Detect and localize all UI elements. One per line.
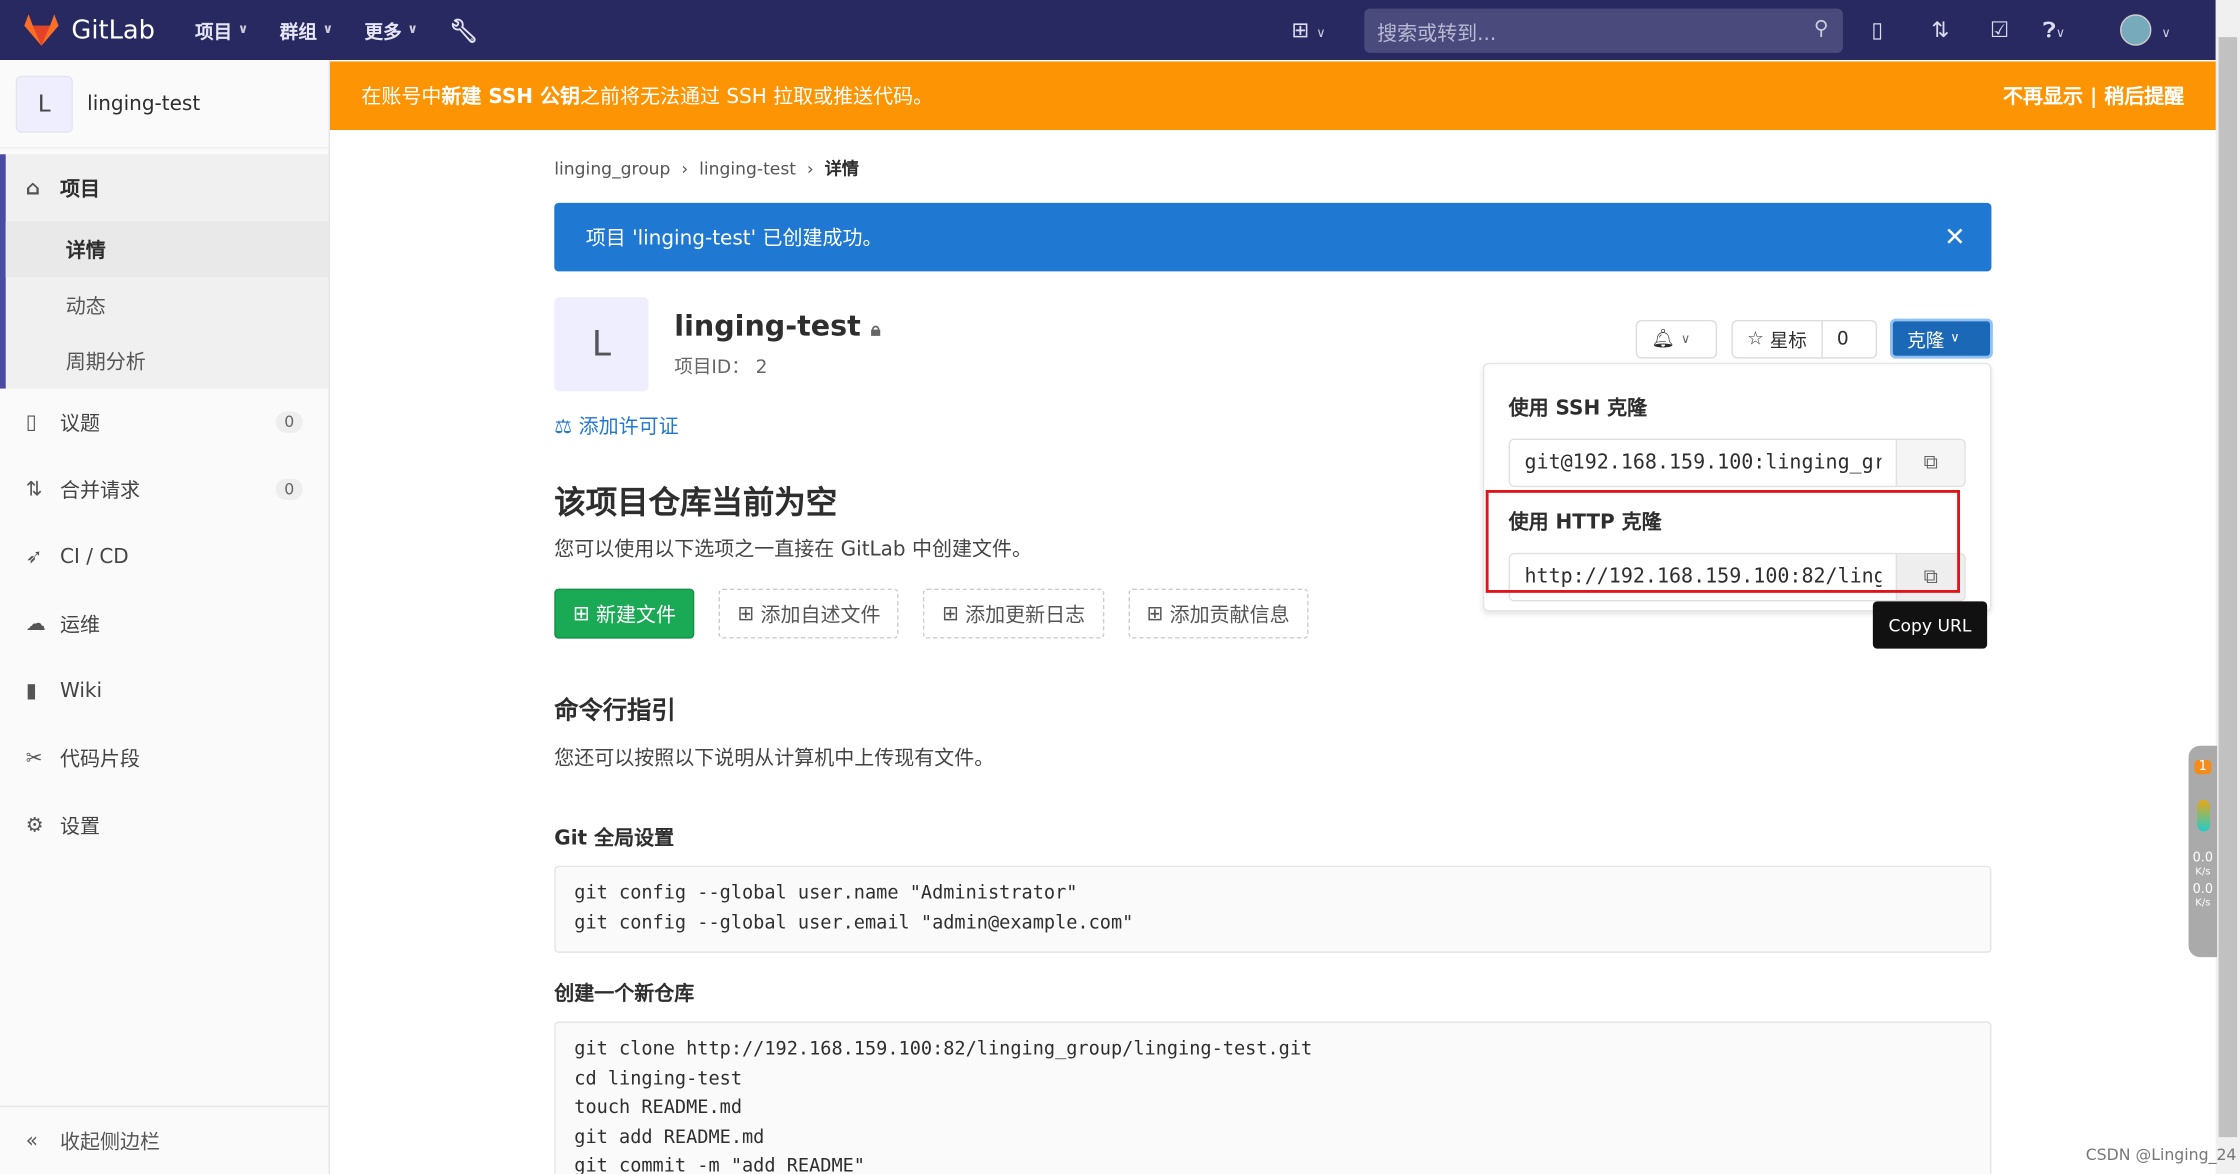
ssh-url-input[interactable] <box>1509 439 1896 486</box>
cli-title: 命令行指引 <box>554 697 676 726</box>
merge-request-icon: ⇅ <box>25 477 43 501</box>
search-input[interactable]: 搜索或转到... ⚲ <box>1364 8 1843 53</box>
add-changelog-button[interactable]: ⊞ 添加更新日志 <box>923 588 1104 639</box>
double-chevron-left-icon: « <box>25 1129 38 1153</box>
sidebar-project-section: ⌂ 项目 详情 动态 周期分析 <box>0 154 329 389</box>
clone-button[interactable]: 克隆 ∨ <box>1889 318 1993 359</box>
sidebar-item-operations[interactable]: ☁ 运维 <box>0 590 329 657</box>
add-ssh-key-link[interactable]: 新建 SSH 公钥 <box>441 81 580 110</box>
collapse-sidebar-button[interactable]: «收起侧边栏 <box>0 1105 329 1174</box>
project-id: 项目ID： 2 <box>674 357 768 379</box>
cloud-icon: ☁ <box>25 612 46 635</box>
sidebar-item-issues[interactable]: ▯ 议题 0 <box>0 389 329 456</box>
chevron-down-icon[interactable]: ∨ <box>2161 17 2170 43</box>
nav-groups[interactable]: 群组 ∨ <box>280 16 333 43</box>
sidebar-project[interactable]: Llinging-test <box>0 60 329 149</box>
issues-icon[interactable]: ▯ <box>1871 17 1883 43</box>
tanuki-icon <box>24 14 59 46</box>
new-repo-code: git clone http://192.168.159.100:82/ling… <box>554 1021 1992 1174</box>
main-content: linging_group › linging-test › 详情 项目 'li… <box>554 130 1992 1174</box>
project-avatar: L <box>15 74 73 133</box>
copy-url-tooltip: Copy URL <box>1872 601 1988 649</box>
scissors-icon: ✂ <box>25 746 43 770</box>
dont-show-again-link[interactable]: 不再显示 <box>2003 86 2083 109</box>
watermark: CSDN @Linging_24 <box>2085 1145 2237 1165</box>
new-item-icon[interactable]: ⊞ ∨ <box>1291 17 1325 43</box>
sidebar-item-merge-requests[interactable]: ⇅ 合并请求 0 <box>0 456 329 523</box>
ssh-warning-banner: 在账号中 新建 SSH 公钥 之前将无法通过 SSH 拉取或推送代码。 不再显示… <box>329 61 2216 130</box>
sidebar: Llinging-test ⌂ 项目 详情 动态 周期分析 ▯ 议题 0 ⇅ 合并请求 0… <box>0 59 330 1174</box>
close-icon[interactable]: ✕ <box>1944 222 1966 252</box>
page-title: linging-test <box>674 308 861 343</box>
top-navbar: GitLab 项目 ∨ 群组 ∨ 更多 ∨ 🔧︎ ⊞ ∨ 搜索或转到... ⚲ ▯ ⇅ … <box>0 0 2216 60</box>
sidebar-sub-cycle[interactable]: 周期分析 <box>6 333 329 389</box>
star-count: 0 <box>1836 328 1849 350</box>
scale-icon: ⚖ <box>554 415 573 439</box>
highlight-box <box>1485 489 1960 593</box>
nav-more[interactable]: 更多 ∨ <box>365 16 418 43</box>
project-avatar: L <box>554 297 649 392</box>
bell-icon: 🔔︎ <box>1651 328 1676 350</box>
todo-icon[interactable]: ☑ <box>1990 17 2009 43</box>
rocket-icon: ➶ <box>25 544 43 568</box>
nav-projects[interactable]: 项目 ∨ <box>195 16 248 43</box>
add-readme-button[interactable]: ⊞ 添加自述文件 <box>718 588 900 639</box>
star-icon: ☆ <box>1747 328 1764 350</box>
remind-later-link[interactable]: 稍后提醒 <box>2104 86 2184 109</box>
sidebar-item-wiki[interactable]: ▮ Wiki <box>0 657 329 724</box>
issues-icon: ▯ <box>25 410 37 434</box>
success-flash: 项目 'linging-test' 已创建成功。 ✕ <box>554 202 1992 272</box>
breadcrumb-group[interactable]: linging_group <box>554 159 670 179</box>
copy-icon[interactable]: ⧉ <box>1895 439 1965 486</box>
add-contributing-button[interactable]: ⊞ 添加贡献信息 <box>1127 588 1309 639</box>
sidebar-item-settings[interactable]: ⚙ 设置 <box>0 791 329 858</box>
new-file-button[interactable]: ⊞ 新建文件 <box>554 588 695 639</box>
sidebar-item-project[interactable]: ⌂ 项目 <box>6 154 329 221</box>
avatar[interactable] <box>2119 14 2152 46</box>
wrench-icon[interactable]: 🔧︎ <box>449 16 478 43</box>
merge-request-icon[interactable]: ⇅ <box>1931 17 1949 43</box>
help-icon[interactable]: ❓︎∨ <box>2043 17 2065 43</box>
sidebar-sub-activity[interactable]: 动态 <box>6 277 329 333</box>
search-icon: ⚲ <box>1813 17 1829 40</box>
sidebar-item-snippets[interactable]: ✂ 代码片段 <box>0 724 329 791</box>
network-widget[interactable]: 1 0.0 K/s 0.0 K/s <box>2188 745 2218 958</box>
shield-icon: 1 <box>2194 759 2212 775</box>
home-icon: ⌂ <box>25 176 41 200</box>
notification-button[interactable]: 🔔︎ ∨ <box>1635 319 1718 359</box>
breadcrumb: linging_group › linging-test › 详情 <box>554 158 859 179</box>
brand-name: GitLab <box>71 14 155 45</box>
lock-icon: 🔒︎ <box>870 319 881 342</box>
sidebar-sub-details[interactable]: 详情 <box>5 221 329 278</box>
gear-icon: ⚙ <box>25 813 44 837</box>
global-config-code: git config --global user.name "Administr… <box>554 865 1992 953</box>
star-button[interactable]: ☆ 星标 0 <box>1731 319 1878 359</box>
scrollbar[interactable] <box>2215 0 2240 1174</box>
book-icon: ▮ <box>25 679 37 703</box>
gitlab-logo[interactable]: GitLab <box>23 13 155 47</box>
breadcrumb-project[interactable]: linging-test <box>699 159 796 179</box>
sidebar-item-cicd[interactable]: ➶ CI / CD <box>0 523 329 590</box>
